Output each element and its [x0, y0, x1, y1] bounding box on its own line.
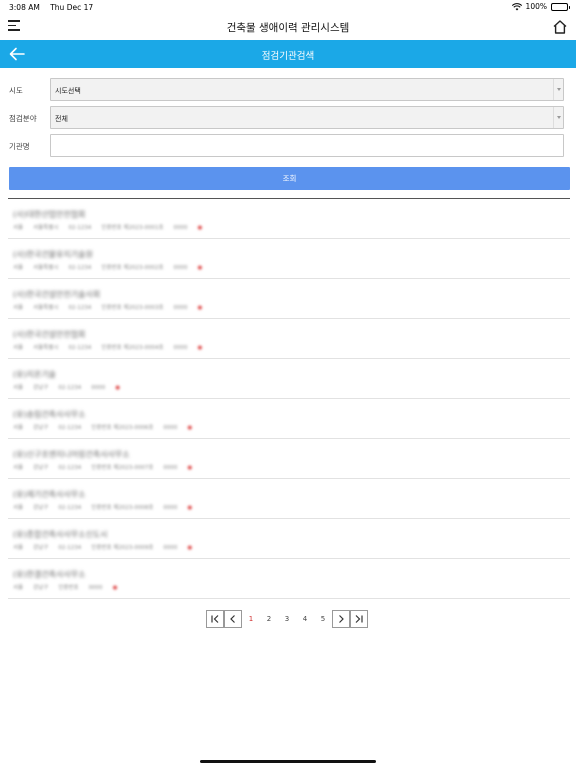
app-header: 건축물 생애이력 관리시스템 — [0, 14, 576, 40]
battery-icon — [551, 2, 570, 11]
sido-label: 시도 — [9, 86, 23, 95]
list-item[interactable]: (유)지온기술 서울 강남구 02-1234 0000 ● — [8, 359, 570, 399]
status-date: Thu Dec 17 — [50, 3, 94, 12]
field-label: 점검분야 — [9, 114, 37, 123]
list-item-name: (유)한결건축사사무소 — [13, 570, 86, 579]
list-item-meta: 서울 서울특별시 02-1234 인증번호 제2023-0002호 0000 ● — [13, 265, 203, 271]
list-item-name: (사)한국건물유지기술원 — [13, 250, 93, 259]
home-icon[interactable] — [552, 19, 568, 35]
list-item[interactable]: (사)한국건물유지기술원 서울 서울특별시 02-1234 인증번호 제2023-00… — [8, 239, 570, 279]
page-number-2[interactable]: 2 — [260, 610, 278, 628]
list-item[interactable]: (유)종합건축사사무소신도시 서울 강남구 02-1234 인증번호 제2023-00… — [8, 519, 570, 559]
list-item-meta: 서울 서울특별시 02-1234 인증번호 제2023-0001호 0000 ● — [13, 225, 203, 231]
list-item-meta: 서울 강남구 02-1234 인증번호 제2023-0008호 0000 ● — [13, 505, 193, 511]
search-form: 시도 시도선택 점검분야 전체 기관명 — [8, 78, 564, 162]
agency-name-input[interactable] — [50, 134, 564, 157]
list-item[interactable]: (사)한국건설안전기술사회 서울 서울특별시 02-1234 인증번호 제2023-0… — [8, 279, 570, 319]
page-number-3[interactable]: 3 — [278, 610, 296, 628]
list-item-meta: 서울 서울특별시 02-1234 인증번호 제2023-0004호 0000 ● — [13, 345, 203, 351]
list-item[interactable]: (유)제기건축사사무소 서울 강남구 02-1234 인증번호 제2023-0008호… — [8, 479, 570, 519]
list-item-name: (유)신구조엔지니어링건축사사무소 — [13, 450, 130, 459]
list-item-meta: 서울 강남구 02-1234 인증번호 제2023-0009호 0000 ● — [13, 545, 193, 551]
last-page-button[interactable] — [350, 610, 368, 628]
list-item-meta: 서울 서울특별시 02-1234 인증번호 제2023-0003호 0000 ● — [13, 305, 203, 311]
list-item[interactable]: (사)한국건설안전협회 서울 서울특별시 02-1234 인증번호 제2023-000… — [8, 319, 570, 359]
list-item[interactable]: (유)송림건축사사무소 서울 강남구 02-1234 인증번호 제2023-0006호… — [8, 399, 570, 439]
last-page-icon — [355, 615, 363, 623]
sido-select-value: 시도선택 — [55, 87, 81, 95]
list-item-name: (유)송림건축사사무소 — [13, 410, 86, 419]
app-title: 건축물 생애이력 관리시스템 — [226, 22, 350, 34]
home-indicator — [200, 760, 376, 763]
page-title: 점검기관검색 — [261, 51, 315, 62]
next-page-icon — [339, 615, 344, 623]
page-number-1[interactable]: 1 — [242, 610, 260, 628]
agency-row: 기관명 — [8, 134, 564, 158]
list-item-name: (유)제기건축사사무소 — [13, 490, 86, 499]
field-select-value: 전체 — [55, 115, 68, 123]
page-number-5[interactable]: 5 — [314, 610, 332, 628]
battery-percent: 100% — [525, 2, 547, 11]
first-page-icon — [211, 615, 219, 623]
list-item[interactable]: (사)대한산업안전협회 서울 서울특별시 02-1234 인증번호 제2023-000… — [8, 199, 570, 239]
wifi-icon — [511, 2, 522, 10]
chevron-down-icon — [553, 79, 563, 100]
list-item[interactable]: (유)신구조엔지니어링건축사사무소 서울 강남구 02-1234 인증번호 제2023… — [8, 439, 570, 479]
page-number-4[interactable]: 4 — [296, 610, 314, 628]
pagination: 1 2 3 4 5 — [206, 610, 368, 628]
sido-select[interactable]: 시도선택 — [50, 78, 564, 101]
status-right: 100% — [511, 2, 570, 11]
sido-row: 시도 시도선택 — [8, 78, 564, 102]
first-page-button[interactable] — [206, 610, 224, 628]
prev-page-icon — [230, 615, 235, 623]
list-item-name: (사)대한산업안전협회 — [13, 210, 86, 219]
field-select[interactable]: 전체 — [50, 106, 564, 129]
next-page-button[interactable] — [332, 610, 350, 628]
status-bar: 3:08 AM Thu Dec 17 100% — [0, 0, 576, 14]
status-time: 3:08 AM — [9, 3, 40, 12]
list-item-name: (유)종합건축사사무소신도시 — [13, 530, 108, 539]
prev-page-button[interactable] — [224, 610, 242, 628]
search-button[interactable]: 조회 — [9, 167, 570, 190]
list-item-meta: 서울 강남구 02-1234 인증번호 제2023-0006호 0000 ● — [13, 425, 193, 431]
list-item-name: (사)한국건설안전기술사회 — [13, 290, 101, 299]
list-item[interactable]: (유)한결건축사사무소 서울 강남구 인증번호 0000 ● — [8, 559, 570, 599]
list-item-meta: 서울 강남구 인증번호 0000 ● — [13, 585, 118, 591]
page-header: 점검기관검색 — [0, 40, 576, 68]
result-list: (사)대한산업안전협회 서울 서울특별시 02-1234 인증번호 제2023-000… — [8, 198, 570, 599]
list-item-name: (유)지온기술 — [13, 370, 57, 379]
list-item-meta: 서울 강남구 02-1234 0000 ● — [13, 385, 121, 391]
chevron-down-icon — [553, 107, 563, 128]
status-left: 3:08 AM Thu Dec 17 — [9, 3, 93, 12]
list-item-name: (사)한국건설안전협회 — [13, 330, 86, 339]
field-row: 점검분야 전체 — [8, 106, 564, 130]
agency-label: 기관명 — [9, 142, 30, 151]
list-item-meta: 서울 강남구 02-1234 인증번호 제2023-0007호 0000 ● — [13, 465, 193, 471]
